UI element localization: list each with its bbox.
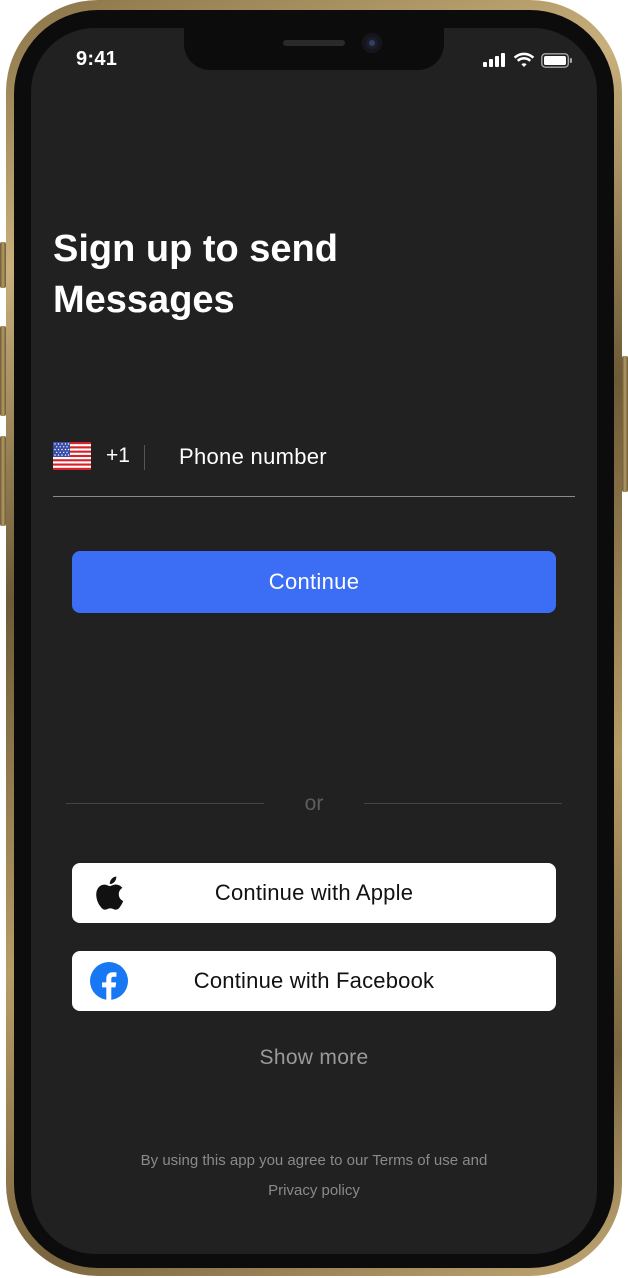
show-more-link[interactable]: Show more [31,1046,597,1070]
volume-up-button [0,326,6,416]
or-label: or [304,792,324,815]
legal-notice: By using this app you agree to our Terms… [91,1146,537,1206]
or-divider: or [66,790,562,820]
continue-with-facebook-label: Continue with Facebook [193,968,435,993]
page-title: Sign up to send Messages [53,224,473,326]
terms-of-use-link[interactable]: Terms of use [372,1152,458,1169]
page-title-line1: Sign up to send [53,228,338,270]
earpiece-speaker [283,40,345,46]
front-camera-icon [362,33,382,53]
app-screen: 9:41 Sign up to send Messages +1 Phone n… [31,28,597,1254]
continue-with-apple-button[interactable]: Continue with Apple [72,863,556,923]
us-flag-icon[interactable] [53,442,91,470]
page-title-line2: Messages [53,279,235,321]
silent-switch [0,242,6,288]
volume-down-button [0,436,6,526]
battery-icon [541,52,572,68]
continue-with-facebook-button[interactable]: Continue with Facebook [72,951,556,1011]
apple-logo-icon [90,874,128,912]
wifi-icon [513,52,535,67]
or-divider-line-right [364,803,562,804]
phone-number-field[interactable]: +1 [53,436,575,497]
country-dial-code[interactable]: +1 [106,444,130,468]
field-divider [144,445,145,470]
legal-prefix: By using this app you agree to our [140,1152,369,1169]
notch [184,28,444,70]
status-time: 9:41 [76,48,118,70]
status-icons [483,52,573,68]
continue-with-apple-label: Continue with Apple [214,880,414,905]
continue-button[interactable]: Continue [72,551,556,613]
power-button [622,356,628,492]
phone-number-input[interactable] [179,440,559,474]
legal-conjunction: and [462,1152,488,1169]
facebook-logo-icon [90,962,128,1000]
privacy-policy-link[interactable]: Privacy policy [268,1182,360,1199]
cellular-signal-icon [483,53,505,67]
